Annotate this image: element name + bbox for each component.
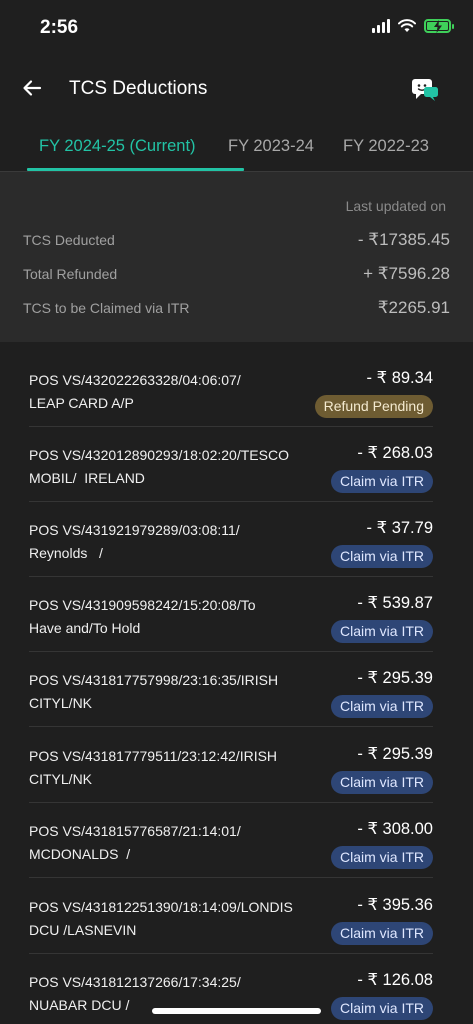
transaction-row[interactable]: POS VS/432012890293/18:02:20/TESCO MOBIL… xyxy=(29,427,433,502)
status-icons xyxy=(372,19,454,33)
summary-value: - ₹17385.45 xyxy=(357,230,450,249)
transaction-amount: - ₹ 295.39 xyxy=(357,745,433,763)
cellular-signal-icon xyxy=(372,19,390,33)
summary-row-total-refunded: Total Refunded + ₹7596.28 xyxy=(23,264,450,286)
page-title: TCS Deductions xyxy=(69,78,208,99)
claim-via-itr-badge[interactable]: Claim via ITR xyxy=(330,846,433,869)
transaction-description: POS VS/431921979289/03:08:11/ Reynolds / xyxy=(29,522,240,561)
transaction-description: POS VS/432012890293/18:02:20/TESCO MOBIL… xyxy=(29,447,289,486)
summary-card: Last updated on TCS Deducted - ₹17385.45… xyxy=(0,172,473,342)
active-tab-indicator xyxy=(27,168,244,171)
arrow-left-icon[interactable] xyxy=(18,74,46,102)
transaction-row[interactable]: POS VS/431812251390/18:14:09/LONDIS DCU … xyxy=(29,879,433,954)
battery-icon xyxy=(424,19,454,33)
transaction-description: POS VS/431815776587/21:14:01/ MCDONALDS … xyxy=(29,823,241,862)
transaction-amount: - ₹ 89.34 xyxy=(366,369,433,387)
transaction-row[interactable]: POS VS/432022263328/04:06:07/ LEAP CARD … xyxy=(29,352,433,427)
transaction-row[interactable]: POS VS/431921979289/03:08:11/ Reynolds /… xyxy=(29,502,433,577)
status-bar: 2:56 xyxy=(0,0,473,58)
status-time: 2:56 xyxy=(40,17,79,38)
summary-value: ₹2265.91 xyxy=(377,298,450,317)
transaction-row[interactable]: POS VS/431909598242/15:20:08/To Have and… xyxy=(29,577,433,652)
charging-bolt-icon xyxy=(434,20,442,33)
fy-tabs: FY 2024-25 (Current) FY 2023-24 FY 2022-… xyxy=(0,124,473,172)
claim-via-itr-badge[interactable]: Claim via ITR xyxy=(330,545,433,568)
claim-via-itr-badge[interactable]: Claim via ITR xyxy=(330,695,433,718)
refund-pending-badge: Refund Pending xyxy=(314,395,433,418)
claim-via-itr-badge[interactable]: Claim via ITR xyxy=(330,771,433,794)
transaction-amount: - ₹ 539.87 xyxy=(357,594,433,612)
chat-bubble-icon[interactable] xyxy=(411,78,439,102)
summary-value: + ₹7596.28 xyxy=(363,264,450,283)
summary-label: TCS to be Claimed via ITR xyxy=(23,300,190,316)
transaction-amount: - ₹ 308.00 xyxy=(357,820,433,838)
app-header: TCS Deductions xyxy=(0,58,473,120)
transaction-amount: - ₹ 395.36 xyxy=(357,896,433,914)
home-indicator[interactable] xyxy=(152,1008,321,1014)
claim-via-itr-badge[interactable]: Claim via ITR xyxy=(330,620,433,643)
transaction-amount: - ₹ 126.08 xyxy=(357,971,433,989)
transaction-row[interactable]: POS VS/431817779511/23:12:42/IRISH CITYL… xyxy=(29,728,433,803)
transaction-amount: - ₹ 268.03 xyxy=(357,444,433,462)
last-updated-text: Last updated on xyxy=(345,198,446,214)
summary-row-tcs-deducted: TCS Deducted - ₹17385.45 xyxy=(23,230,450,252)
transaction-description: POS VS/432022263328/04:06:07/ LEAP CARD … xyxy=(29,372,241,411)
transaction-row[interactable]: POS VS/431817757998/23:16:35/IRISH CITYL… xyxy=(29,652,433,727)
tab-fy-2024-25[interactable]: FY 2024-25 (Current) xyxy=(39,137,196,156)
transaction-description: POS VS/431812251390/18:14:09/LONDIS DCU … xyxy=(29,899,293,938)
wifi-icon xyxy=(398,19,416,32)
transaction-amount: - ₹ 295.39 xyxy=(357,669,433,687)
claim-via-itr-badge[interactable]: Claim via ITR xyxy=(330,997,433,1020)
transaction-row[interactable]: POS VS/431815776587/21:14:01/ MCDONALDS … xyxy=(29,803,433,878)
claim-via-itr-badge[interactable]: Claim via ITR xyxy=(330,470,433,493)
summary-label: TCS Deducted xyxy=(23,232,115,248)
claim-via-itr-badge[interactable]: Claim via ITR xyxy=(330,922,433,945)
transaction-description: POS VS/431817757998/23:16:35/IRISH CITYL… xyxy=(29,672,279,711)
tab-fy-2023-24[interactable]: FY 2023-24 xyxy=(228,137,314,156)
summary-label: Total Refunded xyxy=(23,266,118,282)
transaction-amount: - ₹ 37.79 xyxy=(366,519,433,537)
transaction-description: POS VS/431817779511/23:12:42/IRISH CITYL… xyxy=(29,748,278,787)
tab-fy-2022-23[interactable]: FY 2022-23 xyxy=(343,137,429,156)
summary-row-to-be-claimed: TCS to be Claimed via ITR ₹2265.91 xyxy=(23,298,450,320)
transaction-description: POS VS/431909598242/15:20:08/To Have and… xyxy=(29,597,256,636)
